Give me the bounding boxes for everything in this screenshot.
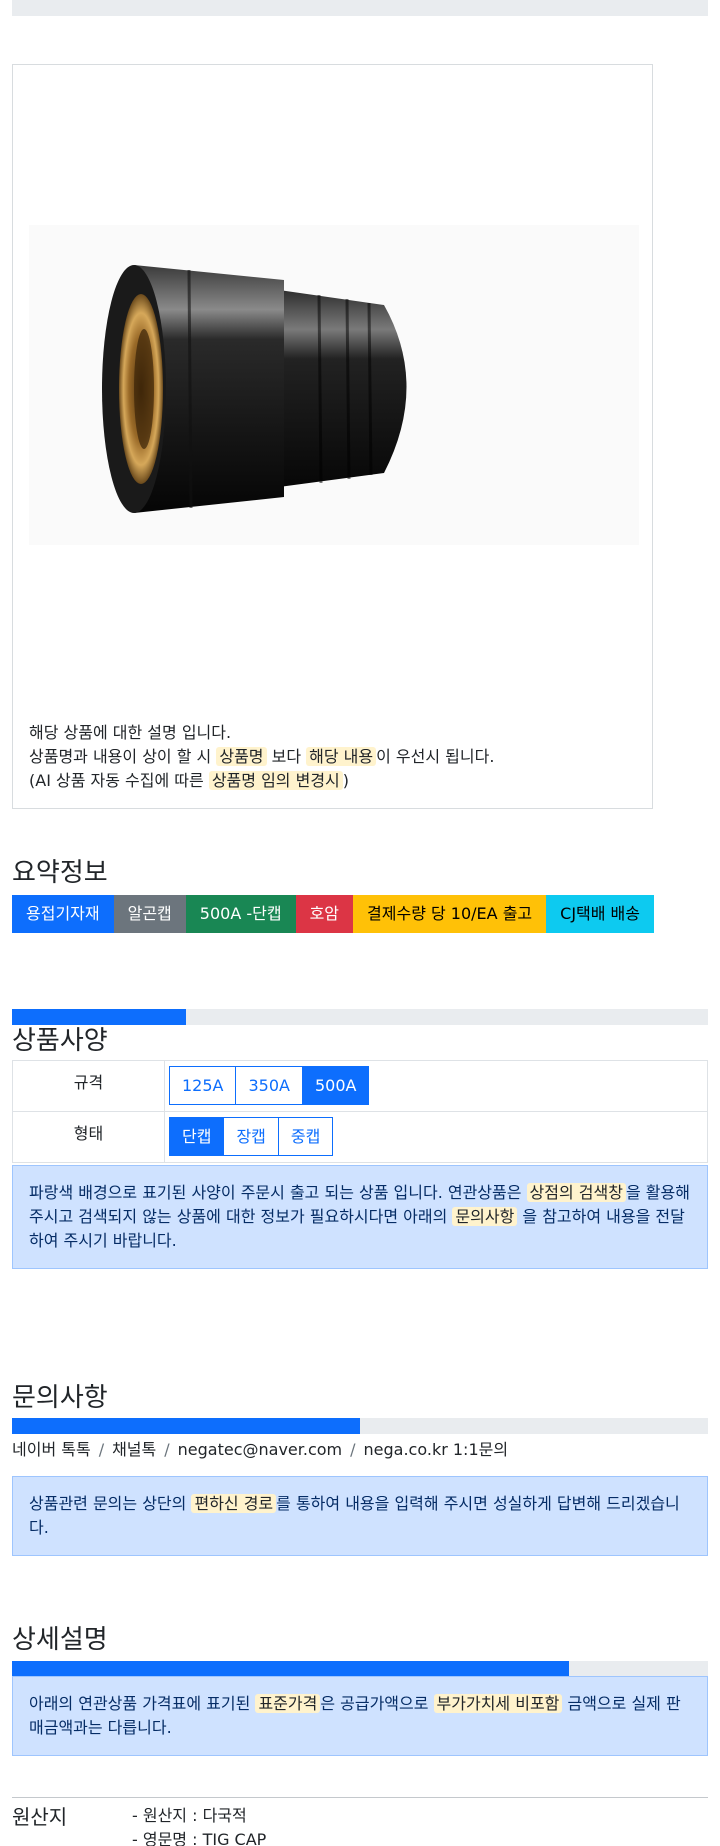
description-text: ) bbox=[342, 771, 350, 790]
inquiry-channels: 네이버 톡톡 / 채널톡 / negatec@naver.com / nega.co.kr … bbox=[12, 1438, 508, 1462]
badge-quantity: 결제수량 당 10/EA 출고 bbox=[353, 895, 547, 933]
origin-divider bbox=[12, 1797, 708, 1798]
notice-text: 은 공급가액으로 bbox=[320, 1694, 434, 1713]
size-option-350a[interactable]: 350A bbox=[235, 1066, 303, 1105]
channel-site-inquiry[interactable]: nega.co.kr 1:1문의 bbox=[364, 1440, 509, 1459]
inquiry-progress bbox=[12, 1418, 708, 1434]
notice-text: 아래의 연관상품 가격표에 표기된 bbox=[29, 1694, 256, 1713]
summary-badges: 용접기자재 알곤캡 500A -단캡 호암 결제수량 당 10/EA 출고 CJ… bbox=[12, 895, 654, 933]
origin-title: 원산지 bbox=[12, 1805, 68, 1829]
highlight-inquiry: 문의사항 bbox=[452, 1207, 518, 1226]
description-text: (AI 상품 자동 수집에 따른 bbox=[29, 771, 209, 790]
spec-label-size: 규격 bbox=[12, 1060, 165, 1112]
shape-option-medium-cap[interactable]: 중캡 bbox=[277, 1117, 334, 1156]
spec-options-cell: 단캡 장캡 중캡 bbox=[164, 1111, 708, 1163]
description-text: 이 우선시 됩니다. bbox=[376, 747, 495, 766]
spec-options-cell: 125A 350A 500A bbox=[164, 1060, 708, 1112]
channel-separator: / bbox=[164, 1440, 170, 1459]
spec-title: 상품사양 bbox=[12, 1026, 108, 1056]
spec-notice: 파랑색 배경으로 표기된 사양이 주문시 출고 되는 상품 입니다. 연관상품은… bbox=[12, 1165, 708, 1269]
spec-row-shape: 형태 단캡 장캡 중캡 bbox=[12, 1111, 708, 1163]
highlight-content: 해당 내용 bbox=[306, 747, 377, 766]
highlight-product-name: 상품명 bbox=[216, 747, 267, 766]
detail-progress bbox=[12, 1661, 708, 1677]
origin-list: - 원산지 : 다국적 - 영문명 : TIG CAP bbox=[132, 1804, 266, 1846]
spec-table: 규격 125A 350A 500A 형태 단캡 장캡 중캡 bbox=[12, 1060, 708, 1163]
channel-separator: / bbox=[350, 1440, 356, 1459]
channel-separator: / bbox=[98, 1440, 105, 1459]
badge-shipping: CJ택배 배송 bbox=[546, 895, 654, 933]
spec-row-size: 규격 125A 350A 500A bbox=[12, 1060, 708, 1112]
shape-options: 단캡 장캡 중캡 bbox=[169, 1117, 703, 1156]
inquiry-progress-fill bbox=[12, 1418, 360, 1434]
spec-progress-fill bbox=[12, 1009, 186, 1025]
product-card: 해당 상품에 대한 설명 입니다. 상품명과 내용이 상이 할 시 상품명 보다… bbox=[12, 64, 653, 809]
badge-variant: 500A -단캡 bbox=[185, 895, 296, 933]
spec-label-shape: 형태 bbox=[12, 1111, 165, 1163]
highlight-search-box: 상점의 검색창 bbox=[526, 1183, 626, 1202]
badge-brand: 호암 bbox=[295, 895, 354, 933]
description-text: 보다 bbox=[266, 747, 307, 766]
spec-progress bbox=[12, 1009, 708, 1025]
summary-title: 요약정보 bbox=[12, 858, 108, 888]
detail-title: 상세설명 bbox=[12, 1625, 108, 1655]
notice-text: 파랑색 배경으로 표기된 사양이 주문시 출고 되는 상품 입니다. 연관상품은 bbox=[29, 1183, 527, 1202]
channel-email[interactable]: negatec@naver.com bbox=[178, 1440, 342, 1459]
origin-item-country: - 원산지 : 다국적 bbox=[132, 1806, 247, 1825]
size-option-125a[interactable]: 125A bbox=[169, 1066, 237, 1105]
channel-channeltalk[interactable]: 채널톡 bbox=[112, 1440, 156, 1459]
channel-naver-talktalk[interactable]: 네이버 톡톡 bbox=[12, 1440, 91, 1459]
highlight-standard-price: 표준가격 bbox=[255, 1694, 321, 1713]
highlight-convenient-route: 편하신 경로 bbox=[191, 1494, 277, 1513]
size-options: 125A 350A 500A bbox=[169, 1066, 703, 1105]
description-line-1: 해당 상품에 대한 설명 입니다. bbox=[29, 723, 232, 742]
black-tig-cap-photo bbox=[29, 225, 639, 545]
top-progress-track bbox=[12, 0, 708, 16]
shape-option-short-cap[interactable]: 단캡 bbox=[169, 1117, 225, 1156]
description-text: 상품명과 내용이 상이 할 시 bbox=[29, 747, 217, 766]
badge-category: 용접기자재 bbox=[12, 895, 114, 933]
badge-product-type: 알곤캡 bbox=[113, 895, 186, 933]
inquiry-title: 문의사항 bbox=[12, 1383, 108, 1413]
notice-text: 상품관련 문의는 상단의 bbox=[29, 1494, 192, 1513]
origin-item-english-name: - 영문명 : TIG CAP bbox=[132, 1830, 267, 1846]
product-description: 해당 상품에 대한 설명 입니다. 상품명과 내용이 상이 할 시 상품명 보다… bbox=[29, 721, 494, 793]
inquiry-notice: 상품관련 문의는 상단의 편하신 경로 를 통하여 내용을 입력해 주시면 성실하… bbox=[12, 1476, 708, 1556]
highlight-name-change: 상품명 임의 변경시 bbox=[208, 771, 343, 790]
detail-notice: 아래의 연관상품 가격표에 표기된 표준가격 은 공급가액으로 부가가치세 비포함… bbox=[12, 1676, 708, 1756]
size-option-500a[interactable]: 500A bbox=[301, 1066, 370, 1105]
detail-progress-fill bbox=[12, 1661, 569, 1677]
shape-option-long-cap[interactable]: 장캡 bbox=[223, 1117, 279, 1156]
highlight-vat-excluded: 부가가치세 비포함 bbox=[433, 1694, 563, 1713]
